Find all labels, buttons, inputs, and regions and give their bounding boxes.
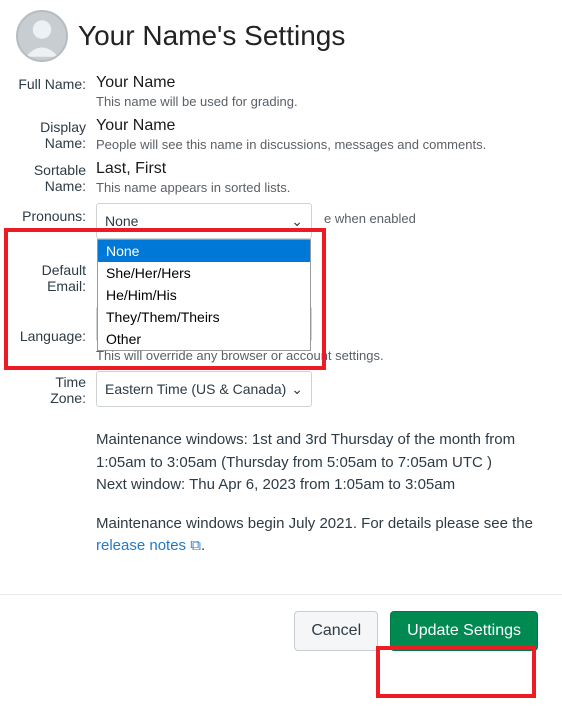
pronouns-label: Pronouns:	[16, 206, 96, 224]
release-notes-link[interactable]: release notes ⧉	[96, 537, 201, 554]
page-title: Your Name's Settings	[78, 20, 345, 52]
chevron-down-icon: ⌄	[291, 381, 303, 398]
sortable-name-value: Last, First	[96, 160, 546, 178]
default-email-label: Default Email:	[16, 260, 96, 294]
pronouns-option-none[interactable]: None	[98, 240, 310, 262]
display-name-label: Display Name:	[16, 117, 96, 151]
maintenance-line3: Maintenance windows begin July 2021. For…	[96, 515, 533, 532]
avatar[interactable]	[16, 10, 68, 62]
time-zone-selected: Eastern Time (US & Canada) (	[105, 381, 291, 397]
maintenance-line2: Next window: Thu Apr 6, 2023 from 1:05am…	[96, 476, 455, 493]
pronouns-hint-partial: e when enabled	[324, 211, 546, 226]
full-name-label: Full Name:	[16, 74, 96, 92]
person-icon	[19, 13, 65, 59]
sortable-name-hint: This name appears in sorted lists.	[96, 180, 546, 195]
highlight-update-button	[376, 646, 536, 698]
pronouns-dropdown: None She/Her/Hers He/Him/His They/Them/T…	[97, 239, 311, 351]
external-link-icon: ⧉	[190, 537, 201, 554]
pronouns-selected: None	[105, 213, 138, 229]
full-name-value: Your Name	[96, 74, 546, 92]
pronouns-option-other[interactable]: Other	[98, 328, 310, 350]
full-name-hint: This name will be used for grading.	[96, 94, 546, 109]
cancel-button[interactable]: Cancel	[294, 611, 378, 651]
divider	[0, 594, 562, 595]
chevron-down-icon: ⌄	[291, 213, 303, 230]
pronouns-option-they[interactable]: They/Them/Theirs	[98, 306, 310, 328]
pronouns-option-he[interactable]: He/Him/His	[98, 284, 310, 306]
language-label: Language:	[16, 326, 96, 344]
time-zone-select[interactable]: Eastern Time (US & Canada) ( ⌄	[96, 371, 312, 407]
pronouns-option-she[interactable]: She/Her/Hers	[98, 262, 310, 284]
maintenance-line1: Maintenance windows: 1st and 3rd Thursda…	[96, 431, 515, 471]
pronouns-select[interactable]: None ⌄	[96, 203, 312, 239]
sortable-name-label: Sortable Name:	[16, 160, 96, 194]
update-settings-button[interactable]: Update Settings	[390, 611, 538, 651]
display-name-hint: People will see this name in discussions…	[96, 137, 546, 152]
time-zone-label: Time Zone:	[16, 372, 96, 406]
display-name-value: Your Name	[96, 117, 546, 135]
